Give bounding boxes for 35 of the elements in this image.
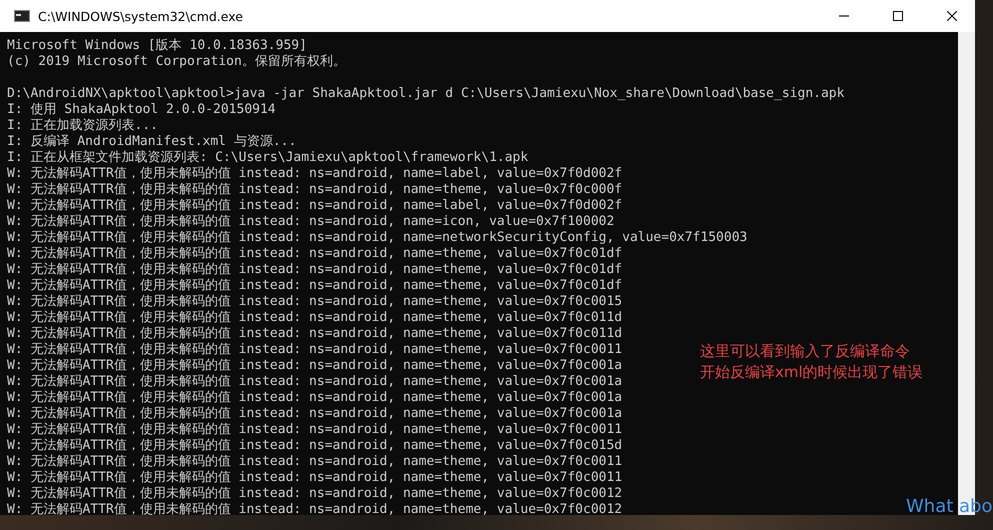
console-line: Microsoft Windows [版本 10.0.18363.959] [7, 38, 307, 54]
console-line: W: 无法解码ATTR值，使用未解码的值 instead: ns=android, name=theme, value=0x7f0c001a [7, 374, 622, 390]
console-line: (c) 2019 Microsoft Corporation。保留所有权利。 [7, 54, 346, 70]
console-icon [14, 10, 30, 22]
annotation-text: 这里可以看到输入了反编译命令 [700, 341, 911, 362]
annotation-text: 开始反编译xml的时候出现了错误 [700, 362, 923, 383]
console-line: W: 无法解码ATTR值，使用未解码的值 instead: ns=android, name=theme, value=0x7f0c01df [7, 246, 622, 262]
console-line: W: 无法解码ATTR值，使用未解码的值 instead: ns=android, name=theme, value=0x7f0c0011 [7, 422, 622, 438]
console-line: W: 无法解码ATTR值，使用未解码的值 instead: ns=android, name=theme, value=0x7f0c015d [7, 438, 622, 454]
console-line: W: 无法解码ATTR值，使用未解码的值 instead: ns=android, name=label, value=0x7f0d002f [7, 198, 622, 214]
maximize-icon [893, 11, 903, 21]
console-line: I: 反编译 AndroidManifest.xml 与资源... [7, 134, 296, 150]
console-line: W: 无法解码ATTR值，使用未解码的值 instead: ns=android, name=theme, value=0x7f0c0012 [7, 486, 622, 502]
console-line: W: 无法解码ATTR值，使用未解码的值 instead: ns=android, name=theme, value=0x7f0c0011 [7, 342, 622, 358]
console-line: W: 无法解码ATTR值，使用未解码的值 instead: ns=android, name=theme, value=0x7f0c0011 [7, 454, 622, 470]
console-line: W: 无法解码ATTR值，使用未解码的值 instead: ns=android, name=theme, value=0x7f0c01df [7, 262, 622, 278]
console-line: W: 无法解码ATTR值，使用未解码的值 instead: ns=android, name=theme, value=0x7f0c001a [7, 390, 622, 406]
console-line: W: 无法解码ATTR值，使用未解码的值 instead: ns=android, name=label, value=0x7f0d002f [7, 166, 622, 182]
console-line: W: 无法解码ATTR值，使用未解码的值 instead: ns=android, name=theme, value=0x7f0c0015 [7, 294, 622, 310]
console-line: W: 无法解码ATTR值，使用未解码的值 instead: ns=android, name=icon, value=0x7f100002 [7, 214, 614, 230]
console-line: W: 无法解码ATTR值，使用未解码的值 instead: ns=android, name=theme, value=0x7f0c000f [7, 182, 622, 198]
console-line: D:\AndroidNX\apktool\apktool>java -jar ShakaApktool.jar d C:\Users\Jamiexu\Nox_share\Download\base_sign.apk [7, 86, 844, 102]
close-icon [947, 11, 957, 21]
console-line: W: 无法解码ATTR值，使用未解码的值 instead: ns=android, name=theme, value=0x7f0c011d [7, 310, 622, 326]
console-line: I: 正在从框架文件加载资源列表: C:\Users\Jamiexu\apktool\framework\1.apk [7, 150, 528, 166]
console-line: W: 无法解码ATTR值，使用未解码的值 instead: ns=android, name=theme, value=0x7f0c001a [7, 358, 622, 374]
console-line: W: 无法解码ATTR值，使用未解码的值 instead: ns=android, name=theme, value=0x7f0c0011 [7, 470, 622, 486]
console-line: W: 无法解码ATTR值，使用未解码的值 instead: ns=android, name=theme, value=0x7f0c01df [7, 278, 622, 294]
console-line: I: 正在加载资源列表... [7, 118, 158, 134]
window-title: C:\WINDOWS\system32\cmd.exe [38, 8, 244, 24]
console-line: W: 无法解码ATTR值，使用未解码的值 instead: ns=android, name=theme, value=0x7f0c011d [7, 326, 622, 342]
console-line: W: 无法解码ATTR值，使用未解码的值 instead: ns=android, name=networkSecurityConfig, value=0x7f150003 [7, 230, 748, 246]
console-line: W: 无法解码ATTR值，使用未解码的值 instead: ns=android, name=theme, value=0x7f0c001a [7, 406, 622, 422]
console-line: I: 使用 ShakaApktool 2.0.0-20150914 [7, 102, 276, 118]
console-line: W: 无法解码ATTR值，使用未解码的值 instead: ns=android, name=theme, value=0x7f0c0012 [7, 502, 622, 515]
